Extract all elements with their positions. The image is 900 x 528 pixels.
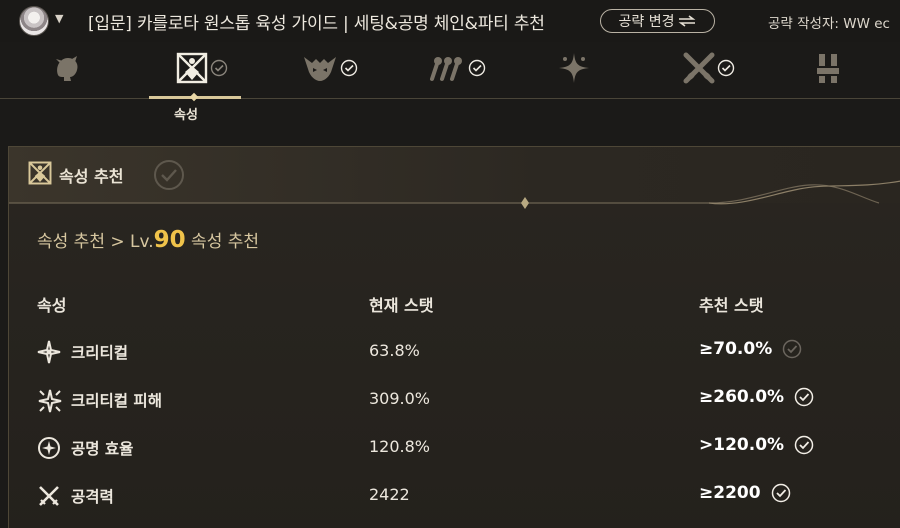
tab-divider	[0, 98, 900, 99]
recommended-value: ≥70.0%	[699, 339, 802, 359]
attribute-icon	[176, 52, 208, 84]
breadcrumb: 속성 추천 > Lv.90 속성 추천	[37, 227, 259, 253]
recommended-value: >120.0%	[699, 435, 814, 455]
check-icon	[771, 483, 790, 503]
check-icon	[794, 387, 814, 407]
table-row: 공격력 2422 ≥2200	[9, 481, 900, 511]
check-icon	[794, 435, 814, 455]
attribute-name: 크리티컬 피해	[71, 392, 162, 410]
swap-arrows-icon	[679, 15, 696, 27]
change-guide-label: 공략 변경	[618, 14, 675, 30]
avatar[interactable]	[19, 6, 49, 36]
character-portrait-icon	[56, 56, 78, 81]
tab-weapon[interactable]	[683, 50, 735, 86]
check-icon	[210, 59, 228, 77]
current-value: 63.8%	[369, 341, 420, 360]
column-attribute: 속성	[37, 296, 67, 315]
crossed-swords-icon	[683, 52, 715, 84]
active-tab-diamond	[189, 92, 199, 102]
check-icon	[782, 339, 802, 359]
crit-rate-icon	[37, 340, 61, 364]
recommended-text: ≥2200	[699, 483, 761, 503]
table-row: 크리티컬 피해 309.0% ≥260.0%	[9, 385, 900, 415]
attribute-name: 크리티컬	[71, 344, 129, 362]
chevron-down-icon[interactable]: ▼	[55, 12, 63, 25]
column-current: 현재 스탯	[369, 296, 434, 315]
breadcrumb-prefix: 속성 추천 > Lv.	[37, 232, 154, 252]
tab-attribute[interactable]	[176, 50, 228, 86]
tab-echo[interactable]	[302, 50, 358, 86]
crit-damage-icon	[38, 389, 62, 413]
level-number: 90	[153, 227, 186, 253]
change-guide-button[interactable]: 공략 변경	[600, 9, 715, 33]
party-icon	[817, 54, 839, 83]
tab-party[interactable]	[816, 50, 840, 86]
tab-character[interactable]	[52, 50, 82, 86]
current-value: 2422	[369, 485, 410, 504]
check-icon	[717, 59, 735, 77]
author-label: 공략 작성자: WW ec	[768, 16, 890, 32]
tab-sparkle[interactable]	[558, 50, 590, 86]
skill-chain-icon	[430, 57, 462, 81]
current-value: 120.8%	[369, 437, 431, 456]
check-icon	[468, 59, 486, 77]
sparkle-icon	[559, 53, 589, 83]
current-value: 309.0%	[369, 389, 431, 408]
attribute-name: 공명 효율	[71, 440, 134, 458]
guide-tabs: 속성	[0, 42, 900, 128]
attack-icon	[39, 486, 59, 506]
recommended-text: ≥70.0%	[699, 339, 773, 359]
guide-header: ▼ [입문] 카를로타 원스톱 육성 가이드 | 세팅&공명 체인&파티 추천 …	[0, 0, 900, 42]
breadcrumb-suffix: 속성 추천	[185, 232, 260, 252]
tab-attribute-label: 속성	[174, 108, 198, 123]
column-recommended: 추천 스탯	[699, 296, 764, 315]
attribute-name: 공격력	[71, 488, 114, 506]
ornament-line	[9, 180, 900, 209]
table-row: 공명 효율 120.8% >120.0%	[9, 433, 900, 463]
guide-title: [입문] 카를로타 원스톱 육성 가이드 | 세팅&공명 체인&파티 추천	[88, 14, 545, 34]
recommended-value: ≥2200	[699, 483, 791, 503]
recommended-text: ≥260.0%	[699, 387, 785, 407]
recommended-text: >120.0%	[699, 435, 785, 455]
tab-skill-chain[interactable]	[428, 50, 486, 86]
attribute-panel: 속성 추천 속성 추천 > Lv.90 속성 추천 속성 현재 스탯 추천 스탯…	[8, 146, 900, 528]
recommended-value: ≥260.0%	[699, 387, 814, 407]
check-icon	[340, 59, 358, 77]
echo-icon	[304, 57, 336, 81]
table-row: 크리티컬 63.8% ≥70.0%	[9, 337, 900, 367]
energy-regen-icon	[38, 437, 60, 459]
